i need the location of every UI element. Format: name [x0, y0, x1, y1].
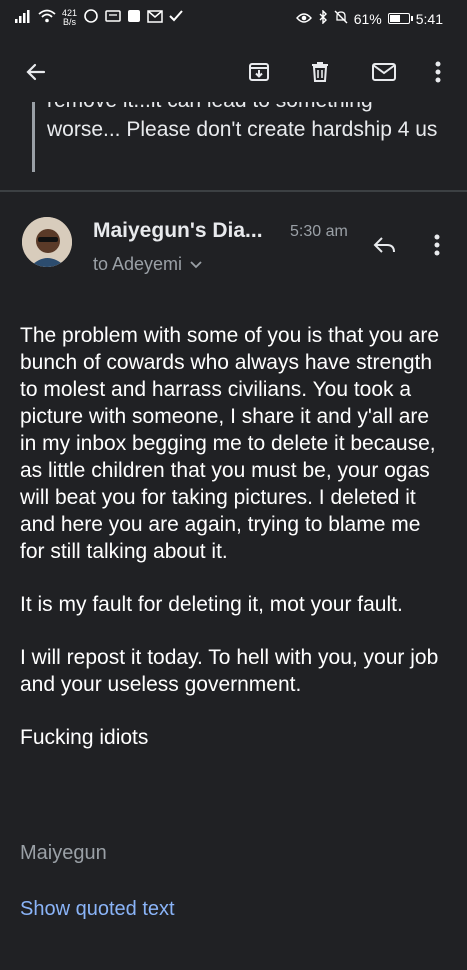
- message-time: 5:30 am: [290, 223, 348, 240]
- whatsapp-icon: [83, 8, 99, 27]
- bluetooth-icon: [318, 9, 328, 27]
- eye-icon: [295, 11, 312, 27]
- status-left: 421 B/s: [14, 8, 183, 27]
- check-icon: [169, 10, 183, 25]
- message-paragraph: It is my fault for deleting it, mot your…: [20, 593, 403, 616]
- previous-message-quote: remove it...it can lead to something wor…: [32, 102, 455, 172]
- app-icon: [127, 9, 141, 26]
- message-paragraph: Fucking idiots: [20, 726, 149, 749]
- divider: [0, 190, 467, 192]
- trash-icon: [312, 62, 328, 82]
- avatar[interactable]: [22, 217, 72, 267]
- previous-message-cut-line: remove it...it can lead to something: [47, 102, 373, 113]
- sender-name[interactable]: Maiyegun's Dia...: [93, 219, 263, 243]
- signal-icon: [14, 9, 32, 26]
- sender-photo: [22, 217, 72, 267]
- net-speed-unit: B/s: [63, 16, 77, 27]
- gmail-icon: [147, 9, 163, 26]
- more-vert-icon: [434, 234, 440, 256]
- recipient-toggle[interactable]: to Adeyemi: [93, 254, 202, 275]
- wifi-icon: [38, 9, 56, 26]
- status-bar: 421 B/s 61% 5:41: [0, 0, 467, 38]
- reply-icon: [373, 237, 395, 253]
- signature: Maiyegun: [20, 842, 107, 864]
- archive-icon: [249, 63, 269, 81]
- show-quoted-text-link[interactable]: Show quoted text: [20, 898, 175, 921]
- notification-icon: [105, 9, 121, 26]
- recipient-label: to Adeyemi: [93, 254, 183, 274]
- mute-icon: [334, 10, 348, 27]
- battery-fill: [389, 15, 400, 22]
- mail-icon: [372, 63, 396, 81]
- reply-button[interactable]: [368, 228, 402, 262]
- status-right: 61% 5:41: [295, 9, 443, 27]
- message-paragraph: The problem with some of you is that you…: [20, 324, 440, 563]
- clock: 5:41: [415, 10, 443, 27]
- delete-button[interactable]: [302, 54, 338, 90]
- back-button[interactable]: [18, 54, 54, 90]
- overflow-menu-button[interactable]: [420, 54, 456, 90]
- mark-unread-button[interactable]: [366, 54, 402, 90]
- previous-message-text: worse... Please don't create hardship 4 …: [47, 118, 438, 141]
- battery-percent: 61%: [353, 10, 382, 27]
- message-body: The problem with some of you is that you…: [20, 322, 450, 777]
- battery-icon: [387, 13, 413, 24]
- app-bar: [0, 40, 467, 104]
- message-more-button[interactable]: [420, 228, 454, 262]
- net-speed: 421 B/s: [62, 8, 77, 27]
- arrow-back-icon: [26, 63, 46, 81]
- chevron-down-icon: [190, 260, 202, 268]
- message-paragraph: I will repost it today. To hell with you…: [20, 646, 439, 696]
- archive-button[interactable]: [241, 54, 277, 90]
- more-vert-icon: [435, 61, 441, 83]
